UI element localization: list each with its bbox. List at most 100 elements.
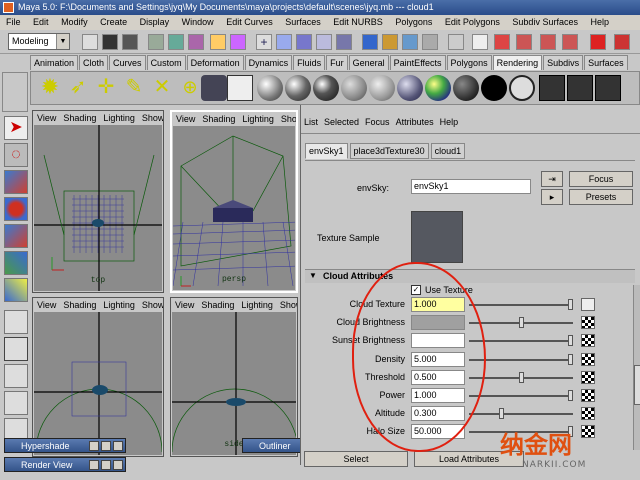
move-tool-icon[interactable] (4, 170, 28, 194)
menu-window[interactable]: Window (176, 15, 218, 30)
shelf-tab-subdivs[interactable]: Subdivs (543, 55, 584, 70)
attribute-editor-toggle-icon[interactable] (540, 34, 556, 50)
restore-icon[interactable] (89, 441, 99, 451)
ae-menu-list[interactable]: List (301, 117, 321, 127)
snap-curve-icon[interactable] (276, 34, 292, 50)
panel-menu-show[interactable]: Show (138, 113, 163, 123)
threshold-slider-thumb[interactable] (518, 371, 524, 383)
map-texture-icon[interactable] (581, 316, 595, 330)
use-background-icon[interactable] (453, 75, 479, 101)
altitude-slider[interactable] (469, 408, 573, 420)
panel-menu-shading[interactable]: Shading (197, 300, 237, 310)
shelf-tab-custom[interactable]: Custom (146, 55, 186, 70)
map-texture-icon[interactable] (581, 370, 595, 384)
show-manipulator-icon[interactable] (4, 278, 28, 302)
power-slider[interactable] (469, 390, 573, 401)
map-texture-icon[interactable] (581, 298, 595, 311)
render-frame-icon[interactable] (382, 34, 398, 50)
map-texture-icon[interactable] (581, 334, 595, 348)
density-slider-thumb[interactable] (568, 353, 573, 365)
viewport-top[interactable]: top (34, 125, 162, 291)
menu-edit[interactable]: Edit (27, 15, 53, 30)
ae-tab-place3dtexture30[interactable]: place3dTexture30 (349, 143, 429, 159)
input-line-icon[interactable] (448, 34, 464, 50)
panel-menu-view[interactable]: View (172, 114, 198, 124)
persp-graph-layout-icon[interactable] (4, 391, 28, 415)
ramp-shader-icon[interactable] (425, 75, 451, 101)
panel-menu-lighting[interactable]: Lighting (99, 300, 138, 310)
hypershade-window[interactable]: Hypershade (4, 438, 126, 453)
script-editor-icon[interactable] (590, 34, 606, 50)
cloud-brightness-color-swatch[interactable] (411, 315, 465, 331)
menu-set-selector[interactable]: Modeling ▼ (8, 33, 70, 50)
mask-joints-icon[interactable] (230, 34, 246, 50)
cloud-attributes-header[interactable]: ▼ Cloud Attributes (305, 269, 635, 283)
ae-menu-help[interactable]: Help (437, 117, 462, 127)
universal-manipulator-icon[interactable] (4, 251, 28, 275)
rotate-tool-icon[interactable] (4, 197, 28, 221)
shelf-tab-painteffects[interactable]: PaintEffects (389, 55, 446, 70)
render-globals-icon[interactable] (422, 34, 438, 50)
snap-point-icon[interactable] (296, 34, 312, 50)
surface-shader-icon[interactable] (481, 75, 507, 101)
density-slider[interactable] (469, 353, 573, 365)
persp-outliner-layout-icon[interactable] (4, 364, 28, 388)
ipr-render-icon[interactable] (402, 34, 418, 50)
menu-create[interactable]: Create (94, 15, 131, 30)
halo-size-field[interactable]: 50.000 (411, 424, 465, 440)
shelf-tab-polygons[interactable]: Polygons (446, 55, 492, 70)
select-object-icon[interactable] (168, 34, 184, 50)
panel-menu-show[interactable]: Show (277, 114, 296, 124)
directional-light-icon[interactable]: ➶ (65, 75, 91, 101)
menu-polygons[interactable]: Polygons (389, 15, 436, 30)
render-current-frame-icon[interactable] (539, 75, 565, 101)
viewport-persp[interactable]: persp (173, 126, 295, 290)
cloud-brightness-slider[interactable] (469, 317, 573, 329)
use-texture-checkbox[interactable]: ✓ (411, 285, 421, 295)
shelf-tab-curves[interactable]: Curves (109, 55, 146, 70)
panel-menu-lighting[interactable]: Lighting (99, 113, 138, 123)
scrollbar-thumb[interactable] (634, 365, 640, 405)
altitude-slider-thumb[interactable] (498, 408, 504, 420)
sunset-brightness-slider-thumb[interactable] (568, 335, 573, 347)
ae-menu-selected[interactable]: Selected (321, 117, 362, 127)
menu-subdiv-surfaces[interactable]: Subdiv Surfaces (506, 15, 582, 30)
ae-menu-attributes[interactable]: Attributes (393, 117, 437, 127)
snap-view-plane-icon[interactable] (316, 34, 332, 50)
select-component-icon[interactable] (188, 34, 204, 50)
blinn-shader-icon[interactable] (285, 75, 311, 101)
focus-button[interactable]: Focus (569, 171, 633, 187)
shelf-tab-fur[interactable]: Fur (326, 55, 348, 70)
snap-grid-icon[interactable]: + (256, 34, 272, 50)
lambert-shader-icon[interactable] (257, 75, 283, 101)
scale-tool-icon[interactable] (4, 224, 28, 248)
volume-light-icon[interactable]: ⊕ (177, 75, 203, 101)
ae-tab-envsky1[interactable]: envSky1 (305, 143, 348, 159)
shelf-selector[interactable] (2, 72, 28, 112)
panel-menu-view[interactable]: View (33, 113, 59, 123)
camera-icon[interactable] (201, 75, 227, 101)
go-to-output-icon[interactable]: ▸ (541, 189, 563, 205)
batch-render-icon[interactable] (595, 75, 621, 101)
shelf-tab-surfaces[interactable]: Surfaces (584, 55, 628, 70)
tool-settings-icon[interactable] (516, 34, 532, 50)
shelf-tab-deformation[interactable]: Deformation (186, 55, 244, 70)
shelf-tab-fluids[interactable]: Fluids (293, 55, 326, 70)
altitude-field[interactable]: 0.300 (411, 406, 465, 422)
texture-sample-swatch[interactable] (411, 211, 463, 263)
ipr-render-current-icon[interactable] (567, 75, 593, 101)
panel-menu-shading[interactable]: Shading (59, 300, 99, 310)
sunset-brightness-color-swatch[interactable] (411, 333, 465, 349)
channel-box-icon[interactable] (614, 34, 630, 50)
new-scene-icon[interactable] (82, 34, 98, 50)
rename-icon[interactable] (494, 34, 510, 50)
maximize-icon[interactable] (101, 460, 111, 470)
render-view-window[interactable]: Render View (4, 457, 126, 472)
menu-edit-curves[interactable]: Edit Curves (220, 15, 277, 30)
layered-shader-icon[interactable] (397, 75, 423, 101)
density-field[interactable]: 5.000 (411, 351, 465, 367)
shelf-tab-dynamics[interactable]: Dynamics (244, 55, 293, 70)
shading-map-icon[interactable] (509, 75, 535, 101)
cloud-texture-slider[interactable] (469, 299, 573, 310)
point-light-icon[interactable]: ✛ (93, 75, 119, 101)
